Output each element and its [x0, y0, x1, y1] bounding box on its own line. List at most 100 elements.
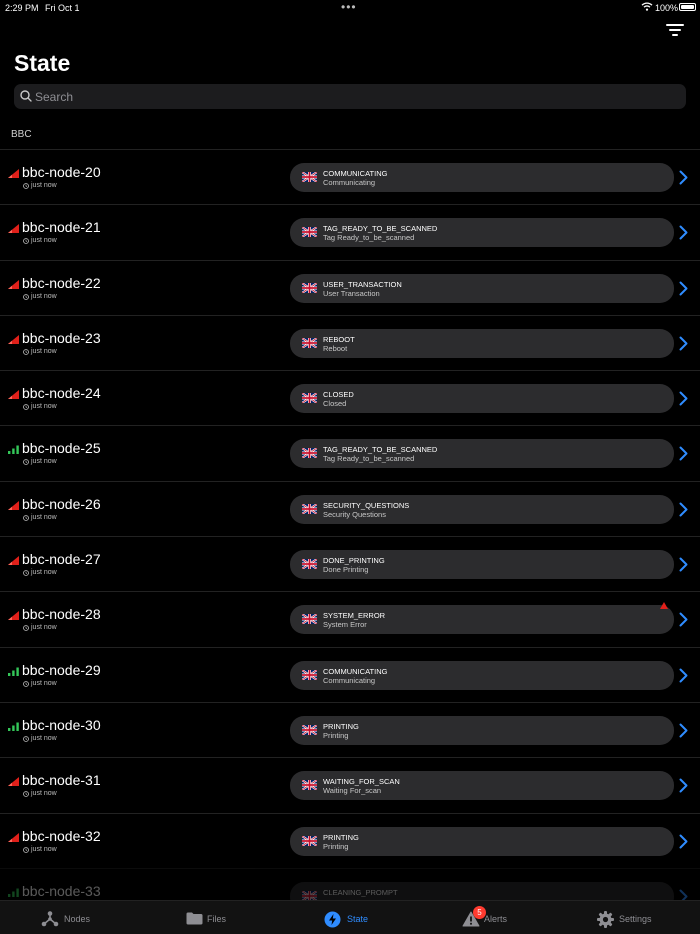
state-code: CLEANING_PROMPT — [323, 887, 398, 897]
search-icon — [20, 90, 32, 102]
tab-alerts-label: Alerts — [484, 914, 508, 924]
chevron-right-icon[interactable] — [679, 557, 688, 572]
tab-settings[interactable]: Settings — [560, 901, 700, 934]
clock-icon — [23, 570, 29, 576]
node-name: bbc-node-28 — [22, 606, 101, 623]
node-name: bbc-node-31 — [22, 772, 101, 789]
state-pill[interactable]: SYSTEM_ERROR System Error — [290, 605, 674, 635]
clock-icon — [23, 404, 29, 411]
uk-flag-icon — [302, 227, 317, 238]
state-description: System Error — [323, 620, 367, 630]
state-pill[interactable]: PRINTING Printing — [290, 715, 674, 745]
state-pill[interactable]: CLOSED Closed — [290, 384, 674, 414]
filter-button[interactable] — [666, 24, 684, 38]
uk-flag-icon — [302, 393, 317, 404]
chevron-right-icon[interactable] — [679, 834, 688, 849]
clock-icon — [23, 791, 29, 798]
node-state-list[interactable]: bbc-node-20 just now COMMUNICATING Communic… — [0, 149, 700, 900]
state-pill[interactable]: WAITING_FOR_SCAN Waiting For_scan — [290, 771, 674, 801]
state-description: Tag Ready_to_be_scanned — [323, 233, 415, 243]
state-pill[interactable]: TAG_READY_TO_BE_SCANNED Tag Ready_to_be_s… — [290, 439, 674, 469]
node-name: bbc-node-21 — [22, 219, 101, 236]
chevron-right-icon[interactable] — [679, 225, 688, 240]
node-row[interactable]: bbc-node-33 CLEANING_PROMPT — [0, 867, 700, 900]
node-row[interactable]: bbc-node-22 just now USER_TRANSACTION User … — [0, 259, 700, 315]
chevron-right-icon[interactable] — [679, 723, 688, 738]
search-input[interactable] — [35, 87, 675, 106]
signal-strong-icon — [8, 445, 19, 455]
signal-weak-icon — [8, 224, 19, 234]
tab-nodes-label: Nodes — [64, 914, 91, 924]
node-row[interactable]: bbc-node-28 just now SYSTEM_ERROR System Er… — [0, 591, 700, 646]
node-name: bbc-node-23 — [22, 329, 101, 346]
last-updated: just now — [31, 347, 57, 355]
tab-alerts[interactable]: Alerts — [420, 901, 560, 934]
clock-icon — [23, 846, 29, 853]
node-row[interactable]: bbc-node-24 just now CLOSED Closed — [0, 370, 700, 425]
state-pill[interactable]: COMMUNICATING Communicating — [290, 660, 674, 690]
chevron-right-icon[interactable] — [679, 446, 688, 461]
node-name: bbc-node-25 — [22, 440, 101, 457]
nodes-icon — [41, 911, 59, 927]
last-updated: just now — [31, 513, 57, 521]
chevron-right-icon[interactable] — [679, 889, 688, 900]
node-row[interactable]: bbc-node-26 just now SECURITY_QUESTIONS Sec… — [0, 480, 700, 536]
last-updated: just now — [31, 458, 57, 466]
node-name: bbc-node-32 — [22, 827, 101, 844]
chevron-right-icon[interactable] — [679, 778, 688, 793]
tab-nodes[interactable]: Nodes — [0, 901, 140, 934]
clock-icon — [23, 625, 29, 632]
chevron-right-icon[interactable] — [679, 502, 688, 517]
search-bar[interactable] — [14, 84, 686, 109]
state-pill[interactable]: SECURITY_QUESTIONS Security Questions — [290, 494, 674, 524]
node-row[interactable]: bbc-node-21 just now TAG_READY_TO_BE_SCANN… — [0, 204, 700, 259]
node-row[interactable]: bbc-node-27 just now DONE_PRINTING Done Pri… — [0, 536, 700, 591]
node-row[interactable]: bbc-node-25 just now TAG_READY_TO_BE_SCANN… — [0, 425, 700, 480]
chevron-right-icon[interactable] — [679, 668, 688, 683]
state-description: Security Questions — [323, 509, 386, 519]
state-description: Waiting For_scan — [323, 786, 382, 796]
state-code: CLOSED — [323, 390, 354, 400]
state-pill[interactable]: PRINTING Printing — [290, 826, 674, 856]
clock-icon — [23, 293, 29, 300]
status-bar: 2:29 PM Fri Oct 1 ••• 100% — [0, 0, 700, 16]
state-description: Reboot — [323, 343, 348, 353]
state-pill[interactable]: USER_TRANSACTION User Transaction — [290, 273, 674, 303]
chevron-right-icon[interactable] — [679, 336, 688, 351]
node-name: bbc-node-30 — [22, 716, 101, 733]
state-code: SECURITY_QUESTIONS — [323, 500, 410, 510]
node-name: bbc-node-27 — [22, 551, 101, 568]
signal-weak-icon — [8, 500, 19, 510]
node-row[interactable]: bbc-node-32 just now PRINTING Printing — [0, 812, 700, 868]
chevron-right-icon[interactable] — [679, 281, 688, 296]
last-updated: just now — [31, 292, 57, 300]
state-description: Closed — [323, 399, 347, 409]
chevron-right-icon[interactable] — [679, 170, 688, 185]
state-pill[interactable]: COMMUNICATING Communicating — [290, 163, 674, 192]
chevron-right-icon[interactable] — [679, 391, 688, 406]
node-row[interactable]: bbc-node-30 just now PRINTING Printing — [0, 701, 700, 757]
signal-weak-icon — [8, 334, 19, 344]
last-updated: just now — [31, 237, 57, 245]
status-time: 2:29 PM — [5, 3, 39, 13]
multitasking-dots-icon[interactable]: ••• — [341, 0, 357, 14]
clock-icon — [23, 736, 29, 742]
node-row[interactable]: bbc-node-23 just now REBOOT Reboot — [0, 314, 700, 370]
state-pill[interactable]: REBOOT Reboot — [290, 328, 674, 358]
node-row[interactable]: bbc-node-20 just now COMMUNICATING Communic… — [0, 149, 700, 204]
state-pill[interactable]: TAG_READY_TO_BE_SCANNED Tag Ready_to_be_s… — [290, 218, 674, 248]
state-pill[interactable]: CLEANING_PROMPT — [290, 881, 674, 900]
state-pill[interactable]: DONE_PRINTING Done Printing — [290, 550, 674, 580]
last-updated: just now — [31, 734, 57, 742]
state-code: TAG_READY_TO_BE_SCANNED — [323, 445, 438, 455]
state-description: Printing — [323, 730, 349, 740]
node-row[interactable]: bbc-node-31 just now WAITING_FOR_SCAN Waiti… — [0, 757, 700, 812]
state-description: Tag Ready_to_be_scanned — [323, 454, 415, 464]
tab-state[interactable]: State — [280, 901, 420, 934]
tab-files[interactable]: Files — [140, 901, 280, 934]
node-row[interactable]: bbc-node-29 just now COMMUNICATING Communic… — [0, 646, 700, 702]
chevron-right-icon[interactable] — [679, 612, 688, 627]
last-updated: just now — [31, 569, 57, 577]
node-name: bbc-node-20 — [22, 164, 101, 180]
tab-bar: Nodes Files State Alerts Settings — [0, 900, 700, 934]
